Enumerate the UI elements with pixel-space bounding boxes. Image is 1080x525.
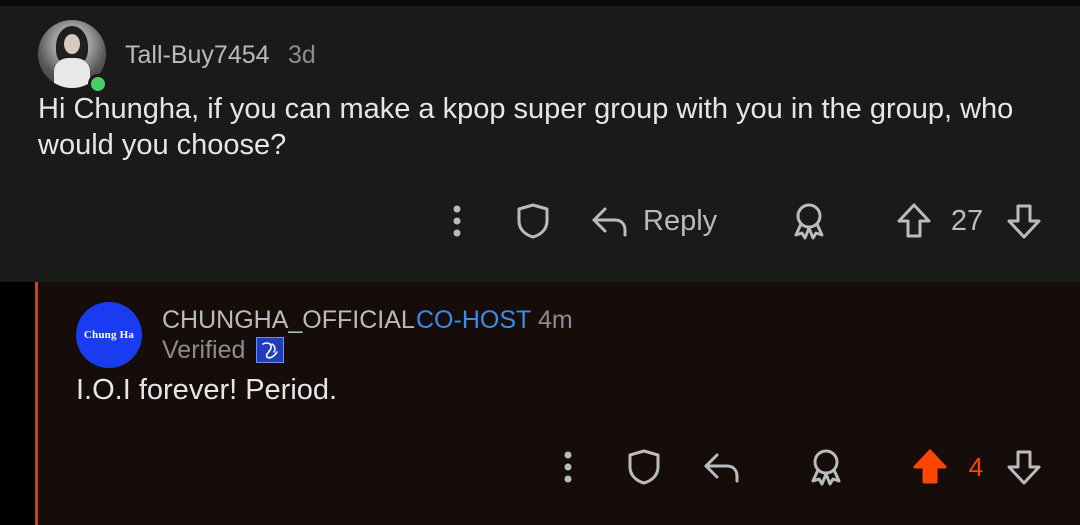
reply-label: Reply bbox=[643, 204, 718, 237]
upvote-button[interactable] bbox=[894, 196, 934, 246]
avatar-label: Chung Ha bbox=[83, 329, 135, 341]
comment-body: I.O.I forever! Period. bbox=[76, 374, 338, 406]
shield-icon bbox=[517, 203, 549, 239]
award-icon bbox=[794, 203, 824, 240]
more-options-button[interactable] bbox=[440, 196, 474, 246]
vote-count: 27 bbox=[950, 204, 984, 237]
comment-timestamp: 3d bbox=[288, 41, 316, 69]
comment-action-bar: 4 bbox=[0, 442, 1080, 492]
upvote-icon bbox=[913, 449, 947, 484]
comment-author[interactable]: CHUNGHA_OFFICIAL bbox=[162, 306, 415, 335]
shield-icon bbox=[628, 449, 660, 485]
upvote-icon bbox=[897, 203, 931, 238]
award-icon bbox=[811, 449, 841, 486]
more-options-button[interactable] bbox=[551, 442, 585, 492]
comment-author[interactable]: Tall-Buy7454 bbox=[125, 41, 270, 70]
comment-action-bar: Reply 27 bbox=[0, 196, 1080, 246]
more-options-icon bbox=[453, 205, 461, 237]
award-button[interactable] bbox=[806, 442, 846, 492]
vote-count: 4 bbox=[968, 451, 984, 482]
reply-arrow-icon bbox=[592, 207, 627, 237]
reply-button[interactable] bbox=[700, 442, 742, 492]
more-options-icon bbox=[564, 451, 572, 483]
downvote-icon bbox=[1007, 204, 1041, 239]
award-button[interactable] bbox=[789, 196, 829, 246]
moderate-button[interactable] bbox=[624, 442, 664, 492]
upvote-button[interactable] bbox=[910, 442, 950, 492]
comment-timestamp: 4m bbox=[538, 306, 573, 334]
flair-emblem-icon bbox=[256, 337, 284, 363]
downvote-button[interactable] bbox=[1004, 442, 1044, 492]
comment-body: Hi Chungha, if you can make a kpop super… bbox=[38, 93, 1014, 161]
downvote-button[interactable] bbox=[1004, 196, 1044, 246]
avatar[interactable]: Chung Ha bbox=[76, 302, 142, 368]
moderate-button[interactable] bbox=[513, 196, 553, 246]
cohost-badge: CO-HOST bbox=[416, 306, 532, 334]
user-flair: Verified bbox=[162, 336, 246, 364]
reply-arrow-icon bbox=[704, 453, 739, 483]
downvote-icon bbox=[1007, 450, 1041, 485]
reply-button[interactable]: Reply bbox=[589, 196, 739, 246]
